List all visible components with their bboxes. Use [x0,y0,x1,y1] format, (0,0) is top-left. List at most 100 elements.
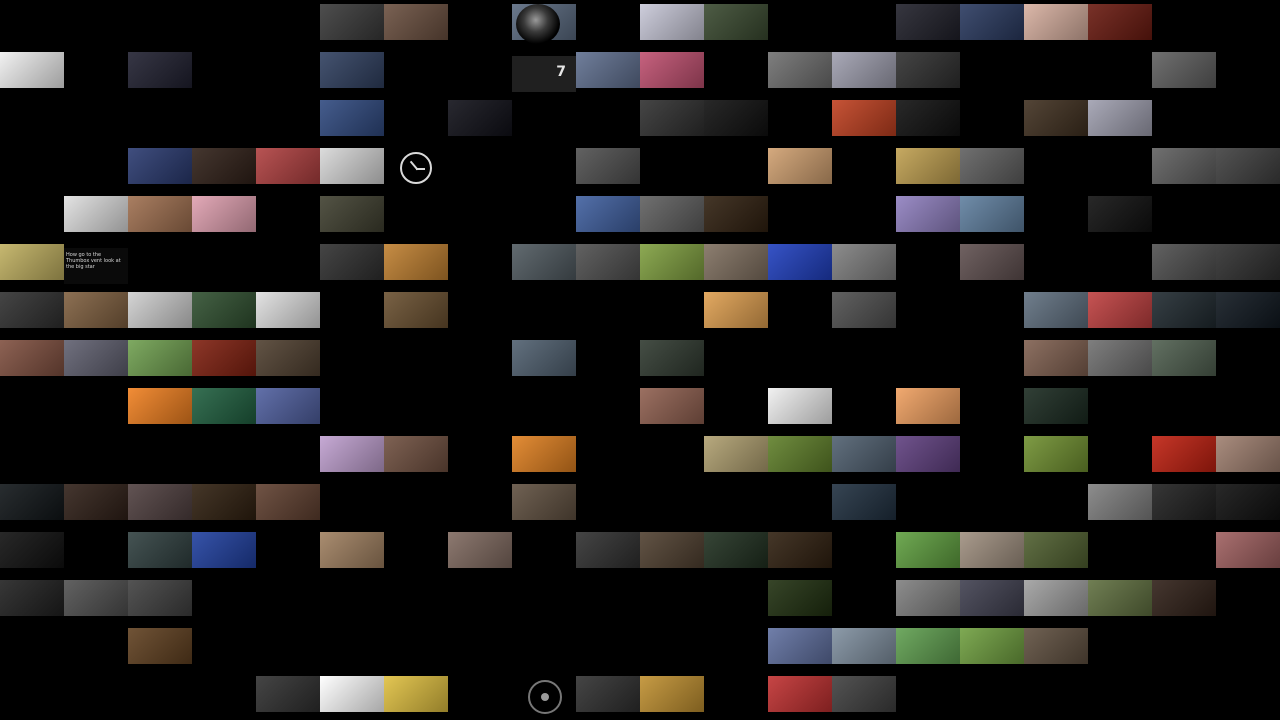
video-thumbnail [320,52,384,88]
video-thumbnail [320,4,384,40]
video-thumbnail [704,532,768,568]
video-thumbnail [768,244,832,280]
video-thumbnail [896,436,960,472]
eye-icon [528,680,562,714]
video-thumbnail [1216,244,1280,280]
video-thumbnail [768,52,832,88]
video-thumbnail [0,532,64,568]
video-thumbnail [192,484,256,520]
video-thumbnail [896,4,960,40]
video-thumbnail [704,100,768,136]
video-thumbnail [1088,100,1152,136]
video-thumbnail [1024,580,1088,616]
video-thumbnail [704,4,768,40]
video-thumbnail [640,340,704,376]
video-thumbnail [320,100,384,136]
video-thumbnail [1088,196,1152,232]
video-thumbnail [256,340,320,376]
video-thumbnail [384,292,448,328]
video-thumbnail [576,532,640,568]
video-thumbnail [448,532,512,568]
video-thumbnail [1152,52,1216,88]
video-thumbnail [768,532,832,568]
video-thumbnail [768,436,832,472]
video-thumbnail [384,4,448,40]
video-thumbnail [64,292,128,328]
video-thumbnail [640,244,704,280]
video-thumbnail [768,388,832,424]
video-thumbnail [512,244,576,280]
video-thumbnail [576,676,640,712]
video-thumbnail [1024,4,1088,40]
video-thumbnail [192,532,256,568]
video-thumbnail [1216,532,1280,568]
video-thumbnail [768,148,832,184]
video-thumbnail [1152,436,1216,472]
video-thumbnail [704,196,768,232]
video-thumbnail [384,436,448,472]
video-thumbnail [512,484,576,520]
video-thumbnail [128,532,192,568]
video-thumbnail [128,148,192,184]
video-thumbnail [1088,4,1152,40]
video-thumbnail [64,580,128,616]
video-thumbnail [1152,340,1216,376]
video-thumbnail [1024,100,1088,136]
handwritten-note-text: How go to the Thumbox vent look at the b… [66,252,121,270]
video-thumbnail [832,52,896,88]
video-thumbnail [1152,484,1216,520]
video-thumbnail [640,4,704,40]
video-thumbnail [0,580,64,616]
video-thumbnail [960,532,1024,568]
video-thumbnail [576,52,640,88]
video-thumbnail [704,436,768,472]
video-thumbnail [832,484,896,520]
video-thumbnail [384,244,448,280]
video-thumbnail [320,436,384,472]
video-thumbnail [320,148,384,184]
video-thumbnail [256,292,320,328]
video-thumbnail [960,580,1024,616]
video-thumbnail [576,148,640,184]
video-thumbnail [1088,580,1152,616]
video-thumbnail [896,100,960,136]
video-thumbnail [1024,628,1088,664]
clock-icon [400,152,432,184]
video-thumbnail [64,196,128,232]
video-thumbnail [256,148,320,184]
video-thumbnail [128,580,192,616]
video-thumbnail [448,100,512,136]
video-thumbnail [1088,292,1152,328]
video-thumbnail [1024,436,1088,472]
video-thumbnail [1152,580,1216,616]
video-thumbnail [384,676,448,712]
video-thumbnail [320,244,384,280]
video-thumbnail [1216,484,1280,520]
video-thumbnail [640,52,704,88]
video-thumbnail [0,292,64,328]
video-thumbnail [320,196,384,232]
video-thumbnail [1216,292,1280,328]
video-thumbnail [640,388,704,424]
video-thumbnail [832,100,896,136]
video-thumbnail [576,196,640,232]
video-thumbnail [640,100,704,136]
video-thumbnail [1152,148,1216,184]
video-thumbnail [1152,244,1216,280]
video-thumbnail [960,4,1024,40]
video-thumbnail [128,292,192,328]
video-thumbnail [576,244,640,280]
video-thumbnail [896,148,960,184]
video-thumbnail [896,532,960,568]
video-thumbnail [192,148,256,184]
video-thumbnail [896,388,960,424]
video-thumbnail [128,52,192,88]
video-thumbnail [0,484,64,520]
video-thumbnail [1024,292,1088,328]
video-thumbnail [768,676,832,712]
video-thumbnail [1024,340,1088,376]
video-thumbnail [1216,436,1280,472]
video-thumbnail [512,436,576,472]
video-thumbnail [1088,340,1152,376]
video-thumbnail [128,484,192,520]
